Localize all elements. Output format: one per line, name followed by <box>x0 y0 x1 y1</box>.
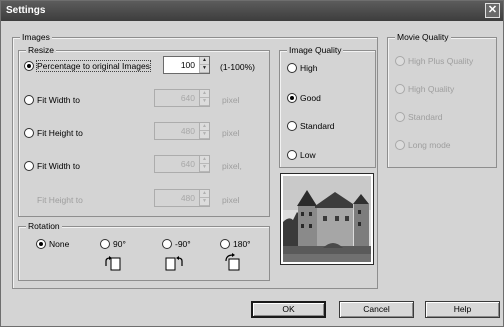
rotation-none-radio[interactable]: None <box>36 239 69 249</box>
spin-up-icon[interactable]: ▲ <box>200 57 209 65</box>
preview-image <box>280 173 374 265</box>
close-button[interactable]: ✕ <box>485 3 500 18</box>
movie-long-mode-label: Long mode <box>408 140 451 150</box>
resize-fit-width-radio[interactable]: Fit Width to <box>24 95 80 105</box>
rotation-minus90-radio[interactable]: -90° <box>162 239 191 249</box>
fit-both-width-label: Fit Width to <box>37 161 80 171</box>
radio-indicator <box>24 61 34 71</box>
castle-photo <box>283 176 371 262</box>
fit-height-value: 480 <box>180 126 195 136</box>
rotate-180-icon <box>225 253 240 271</box>
rotation-180-label: 180° <box>233 239 251 249</box>
rotation-90-label: 90° <box>113 239 126 249</box>
settings-dialog: Settings ✕ Images Resize Percentage to o… <box>0 0 504 327</box>
spin-down-icon[interactable]: ▼ <box>200 65 209 73</box>
quality-good-radio[interactable]: Good <box>287 93 321 103</box>
rotation-minus90-label: -90° <box>175 239 191 249</box>
fit-both-width-stepper[interactable]: 640 ▲ ▼ <box>154 155 210 173</box>
spin-down-icon[interactable]: ▼ <box>200 131 209 139</box>
rotate-cw-icon <box>105 256 121 271</box>
resize-legend: Resize <box>26 45 56 55</box>
rotation-legend: Rotation <box>26 221 62 231</box>
spin-down-icon[interactable]: ▼ <box>200 98 209 106</box>
percentage-range-label: (1-100%) <box>220 62 255 72</box>
fit-width-unit: pixel <box>222 95 240 105</box>
fit-both-height-stepper[interactable]: 480 ▲ ▼ <box>154 189 210 207</box>
cancel-button[interactable]: Cancel <box>339 301 414 318</box>
movie-high-plus-label: High Plus Quality <box>408 56 474 66</box>
fit-width-label: Fit Width to <box>37 95 80 105</box>
percentage-stepper[interactable]: 100 ▲ ▼ <box>163 56 210 74</box>
images-legend: Images <box>20 32 52 42</box>
spin-down-icon[interactable]: ▼ <box>200 164 209 172</box>
ok-button[interactable]: OK <box>251 301 326 318</box>
image-quality-legend: Image Quality <box>287 45 344 55</box>
quality-good-label: Good <box>300 93 321 103</box>
fit-height-unit: pixel <box>222 128 240 138</box>
help-button[interactable]: Help <box>425 301 500 318</box>
spin-up-icon[interactable]: ▲ <box>200 90 209 98</box>
fit-height-label: Fit Height to <box>37 128 83 138</box>
quality-low-label: Low <box>300 150 316 160</box>
resize-fit-height-radio[interactable]: Fit Height to <box>24 128 83 138</box>
quality-standard-radio[interactable]: Standard <box>287 121 335 131</box>
quality-low-radio[interactable]: Low <box>287 150 316 160</box>
fit-height-stepper[interactable]: 480 ▲ ▼ <box>154 122 210 140</box>
close-icon: ✕ <box>487 4 498 16</box>
resize-fit-both-radio[interactable]: Fit Width to <box>24 161 80 171</box>
rotation-none-label: None <box>49 239 70 249</box>
spin-down-icon[interactable]: ▼ <box>200 198 209 206</box>
rotation-180-radio[interactable]: 180° <box>220 239 251 249</box>
resize-percentage-label: Percentage to original Images <box>36 60 151 72</box>
movie-high-radio[interactable]: High Quality <box>395 84 454 94</box>
spin-up-icon[interactable]: ▲ <box>200 156 209 164</box>
fit-both-height-unit: pixel <box>222 195 240 205</box>
fit-width-value: 640 <box>180 93 195 103</box>
movie-high-label: High Quality <box>408 84 455 94</box>
movie-high-plus-radio[interactable]: High Plus Quality <box>395 56 473 66</box>
percentage-value: 100 <box>180 60 195 70</box>
spin-up-icon[interactable]: ▲ <box>200 190 209 198</box>
quality-high-radio[interactable]: High <box>287 63 317 73</box>
fit-both-width-unit: pixel, <box>222 161 242 171</box>
movie-quality-legend: Movie Quality <box>395 32 451 42</box>
window-title: Settings <box>6 5 46 16</box>
quality-standard-label: Standard <box>300 121 335 131</box>
movie-long-mode-radio[interactable]: Long mode <box>395 140 451 150</box>
quality-high-label: High <box>300 63 318 73</box>
rotation-90-radio[interactable]: 90° <box>100 239 126 249</box>
movie-standard-label: Standard <box>408 112 443 122</box>
movie-standard-radio[interactable]: Standard <box>395 112 443 122</box>
resize-percentage-radio[interactable]: Percentage to original Images <box>24 60 151 72</box>
fit-both-height-label: Fit Height to <box>37 195 83 205</box>
title-bar[interactable]: Settings ✕ <box>1 1 503 21</box>
spin-up-icon[interactable]: ▲ <box>200 123 209 131</box>
fit-width-stepper[interactable]: 640 ▲ ▼ <box>154 89 210 107</box>
rotate-ccw-icon <box>165 256 183 271</box>
fit-both-height-value: 480 <box>180 193 195 203</box>
fit-both-width-value: 640 <box>180 159 195 169</box>
